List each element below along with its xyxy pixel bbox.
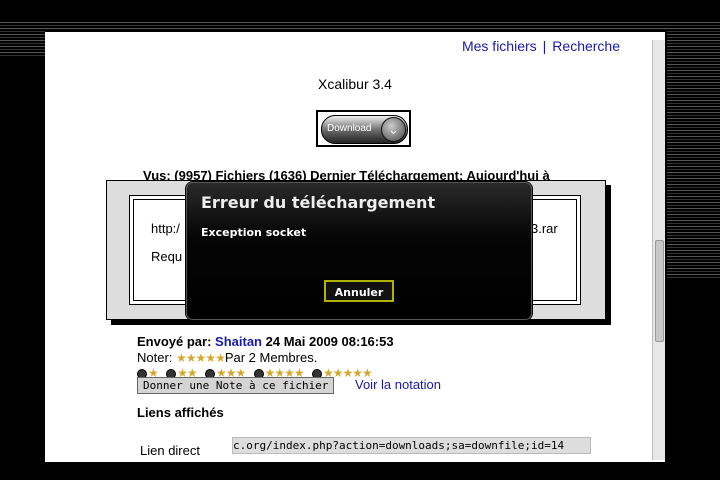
links-heading: Liens affichés bbox=[137, 405, 224, 420]
download-button[interactable]: Download ⌄ bbox=[316, 110, 411, 147]
box-request-text: Requ bbox=[151, 249, 183, 264]
sent-by: Envoyé par: Shaitan 24 Mai 2009 08:16:53 bbox=[137, 334, 394, 349]
noter-suffix: Par 2 Membres. bbox=[224, 350, 318, 365]
box-url-start: http:/ bbox=[151, 221, 180, 236]
link-separator: | bbox=[542, 38, 547, 54]
screen-glitch-left bbox=[0, 28, 45, 58]
top-links: Mes fichiers | Recherche bbox=[462, 38, 620, 54]
box-url-end: 3.rar bbox=[531, 221, 558, 236]
noter-label: Noter: bbox=[137, 350, 173, 365]
direct-link-label: Lien direct bbox=[140, 443, 200, 458]
dialog-message: Exception socket bbox=[201, 226, 307, 239]
view-rating-link[interactable]: Voir la notation bbox=[355, 377, 441, 392]
my-files-link[interactable]: Mes fichiers bbox=[462, 38, 537, 54]
dialog-title: Erreur du téléchargement bbox=[201, 193, 436, 212]
download-label: Download bbox=[327, 123, 372, 134]
screen-glitch-top bbox=[0, 22, 720, 30]
star-icon: ★★★★★ bbox=[176, 351, 226, 365]
sent-label: Envoyé par: bbox=[137, 334, 212, 349]
search-link[interactable]: Recherche bbox=[552, 38, 620, 54]
file-title: Xcalibur 3.4 bbox=[318, 76, 392, 92]
rate-file-button[interactable]: Donner une Note à ce fichier bbox=[137, 377, 335, 394]
screen-glitch-right bbox=[667, 28, 720, 278]
scrollbar-thumb[interactable] bbox=[655, 240, 664, 342]
cancel-button[interactable]: Annuler bbox=[324, 280, 394, 302]
chevron-down-icon: ⌄ bbox=[381, 117, 406, 142]
direct-link-field[interactable]: c.org/index.php?action=downloads;sa=down… bbox=[232, 437, 591, 454]
sent-date: 24 Mai 2009 08:16:53 bbox=[265, 334, 394, 349]
user-link[interactable]: Shaitan bbox=[215, 334, 262, 349]
error-dialog: Erreur du téléchargement Exception socke… bbox=[186, 182, 532, 320]
rating-summary: Noter: ★★★★★Par 2 Membres. bbox=[137, 350, 317, 365]
